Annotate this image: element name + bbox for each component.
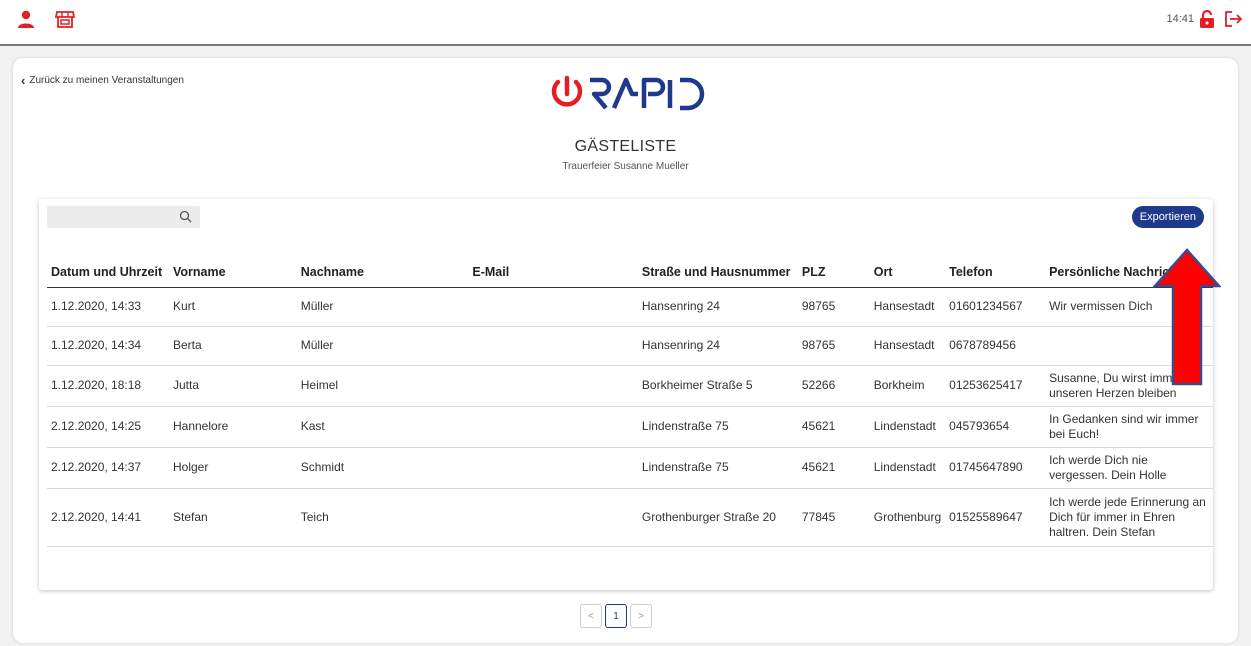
cell-zip: 98765 [797, 287, 870, 327]
chevron-left-icon: ‹ [21, 72, 26, 88]
pagination-prev-button[interactable]: < [580, 604, 602, 628]
cell-zip: 52266 [797, 365, 870, 407]
cell-lastname: Müller [296, 326, 469, 366]
cell-city: Borkheim [869, 365, 946, 407]
cell-lastname: Teich [296, 488, 469, 547]
cell-city: Hansestadt [869, 326, 946, 366]
col-header-zip[interactable]: PLZ [797, 257, 870, 288]
cell-phone: 0678789456 [945, 326, 1046, 366]
event-subtitle: Trauerfeier Susanne Mueller [562, 161, 689, 172]
cell-phone: 045793654 [945, 406, 1046, 448]
cell-zip: 45621 [797, 406, 870, 448]
user-icon[interactable] [16, 9, 36, 29]
cell-street: Lindenstraße 75 [637, 447, 798, 489]
cell-message: In Gedanken sind wir immer bei Euch! [1045, 406, 1213, 448]
page-title: GÄSTELISTE [574, 138, 677, 155]
table-row: 2.12.2020, 14:41 Stefan Teich Grothenbur… [47, 488, 1213, 547]
cell-datetime: 2.12.2020, 14:37 [47, 447, 169, 489]
cell-street: Grothenburger Straße 20 [637, 488, 798, 547]
col-header-email[interactable]: E-Mail [468, 257, 638, 288]
cell-firstname: Jutta [168, 365, 297, 407]
guest-table: Datum und Uhrzeit Vorname Nachname E-Mai… [47, 257, 1213, 547]
cell-lastname: Müller [296, 287, 469, 327]
pagination-next-button[interactable]: > [630, 604, 652, 628]
cell-firstname: Kurt [168, 287, 297, 327]
cell-firstname: Stefan [168, 488, 297, 547]
col-header-datetime[interactable]: Datum und Uhrzeit [47, 257, 169, 288]
cell-city: Lindenstadt [869, 447, 946, 489]
cell-street: Hansenring 24 [637, 287, 798, 327]
table-row: 1.12.2020, 14:33 Kurt Müller Hansenring … [47, 287, 1213, 327]
cell-datetime: 1.12.2020, 14:34 [47, 326, 169, 366]
clock-time: 14:41 [1166, 13, 1194, 25]
cell-street: Hansenring 24 [637, 326, 798, 366]
table-row: 1.12.2020, 18:18 Jutta Heimel Borkheimer… [47, 365, 1213, 407]
logout-icon[interactable] [1223, 9, 1243, 29]
col-header-lastname[interactable]: Nachname [296, 257, 469, 288]
top-bar: 14:41 [0, 0, 1251, 46]
table-header-row: Datum und Uhrzeit Vorname Nachname E-Mai… [47, 257, 1213, 288]
cell-lastname: Heimel [296, 365, 469, 407]
search-box [47, 206, 200, 228]
store-icon[interactable] [55, 9, 75, 29]
table-row: 1.12.2020, 14:34 Berta Müller Hansenring… [47, 326, 1213, 366]
lock-open-icon[interactable] [1198, 10, 1216, 28]
cell-phone: 01253625417 [945, 365, 1046, 407]
cell-email [468, 287, 638, 327]
cell-phone: 01745647890 [945, 447, 1046, 489]
search-input[interactable] [47, 206, 172, 228]
cell-phone: 01525589647 [945, 488, 1046, 547]
cell-city: Grothenburg [869, 488, 946, 547]
cell-lastname: Kast [296, 406, 469, 448]
cell-email [468, 365, 638, 407]
cell-street: Borkheimer Straße 5 [637, 365, 798, 407]
cell-datetime: 1.12.2020, 18:18 [47, 365, 169, 407]
cell-phone: 01601234567 [945, 287, 1046, 327]
cell-message: Ich werde jede Erinnerung an Dich für im… [1045, 488, 1213, 547]
back-link[interactable]: ‹ Zurück zu meinen Veranstaltungen [21, 72, 184, 88]
col-header-city[interactable]: Ort [869, 257, 946, 288]
search-icon[interactable] [179, 210, 192, 223]
main-card: ‹ Zurück zu meinen Veranstaltungen GÄSTE… [13, 58, 1238, 643]
pagination-page-1[interactable]: 1 [605, 604, 627, 628]
table-row: 2.12.2020, 14:25 Hannelore Kast Lindenst… [47, 406, 1213, 448]
cell-firstname: Hannelore [168, 406, 297, 448]
col-header-street[interactable]: Straße und Hausnummer [637, 257, 798, 288]
cell-zip: 45621 [797, 447, 870, 489]
cell-zip: 98765 [797, 326, 870, 366]
cell-email [468, 488, 638, 547]
table-row: 2.12.2020, 14:37 Holger Schmidt Lindenst… [47, 447, 1213, 489]
pagination: < 1 > [580, 604, 652, 628]
annotation-arrow-icon [1153, 248, 1221, 386]
col-header-firstname[interactable]: Vorname [168, 257, 297, 288]
cell-lastname: Schmidt [296, 447, 469, 489]
cell-zip: 77845 [797, 488, 870, 547]
cell-city: Hansestadt [869, 287, 946, 327]
rapid-logo [551, 75, 705, 111]
cell-firstname: Berta [168, 326, 297, 366]
col-header-phone[interactable]: Telefon [945, 257, 1046, 288]
cell-email [468, 406, 638, 448]
cell-street: Lindenstraße 75 [637, 406, 798, 448]
cell-email [468, 447, 638, 489]
cell-firstname: Holger [168, 447, 297, 489]
guest-table-panel: Exportieren Datum und Uhrzeit Vorname Na… [39, 199, 1213, 590]
back-link-label: Zurück zu meinen Veranstaltungen [29, 75, 184, 86]
cell-datetime: 2.12.2020, 14:25 [47, 406, 169, 448]
cell-message: Ich werde Dich nie vergessen. Dein Holle [1045, 447, 1213, 489]
cell-datetime: 1.12.2020, 14:33 [47, 287, 169, 327]
cell-city: Lindenstadt [869, 406, 946, 448]
export-button[interactable]: Exportieren [1131, 206, 1204, 228]
cell-email [468, 326, 638, 366]
cell-datetime: 2.12.2020, 14:41 [47, 488, 169, 547]
